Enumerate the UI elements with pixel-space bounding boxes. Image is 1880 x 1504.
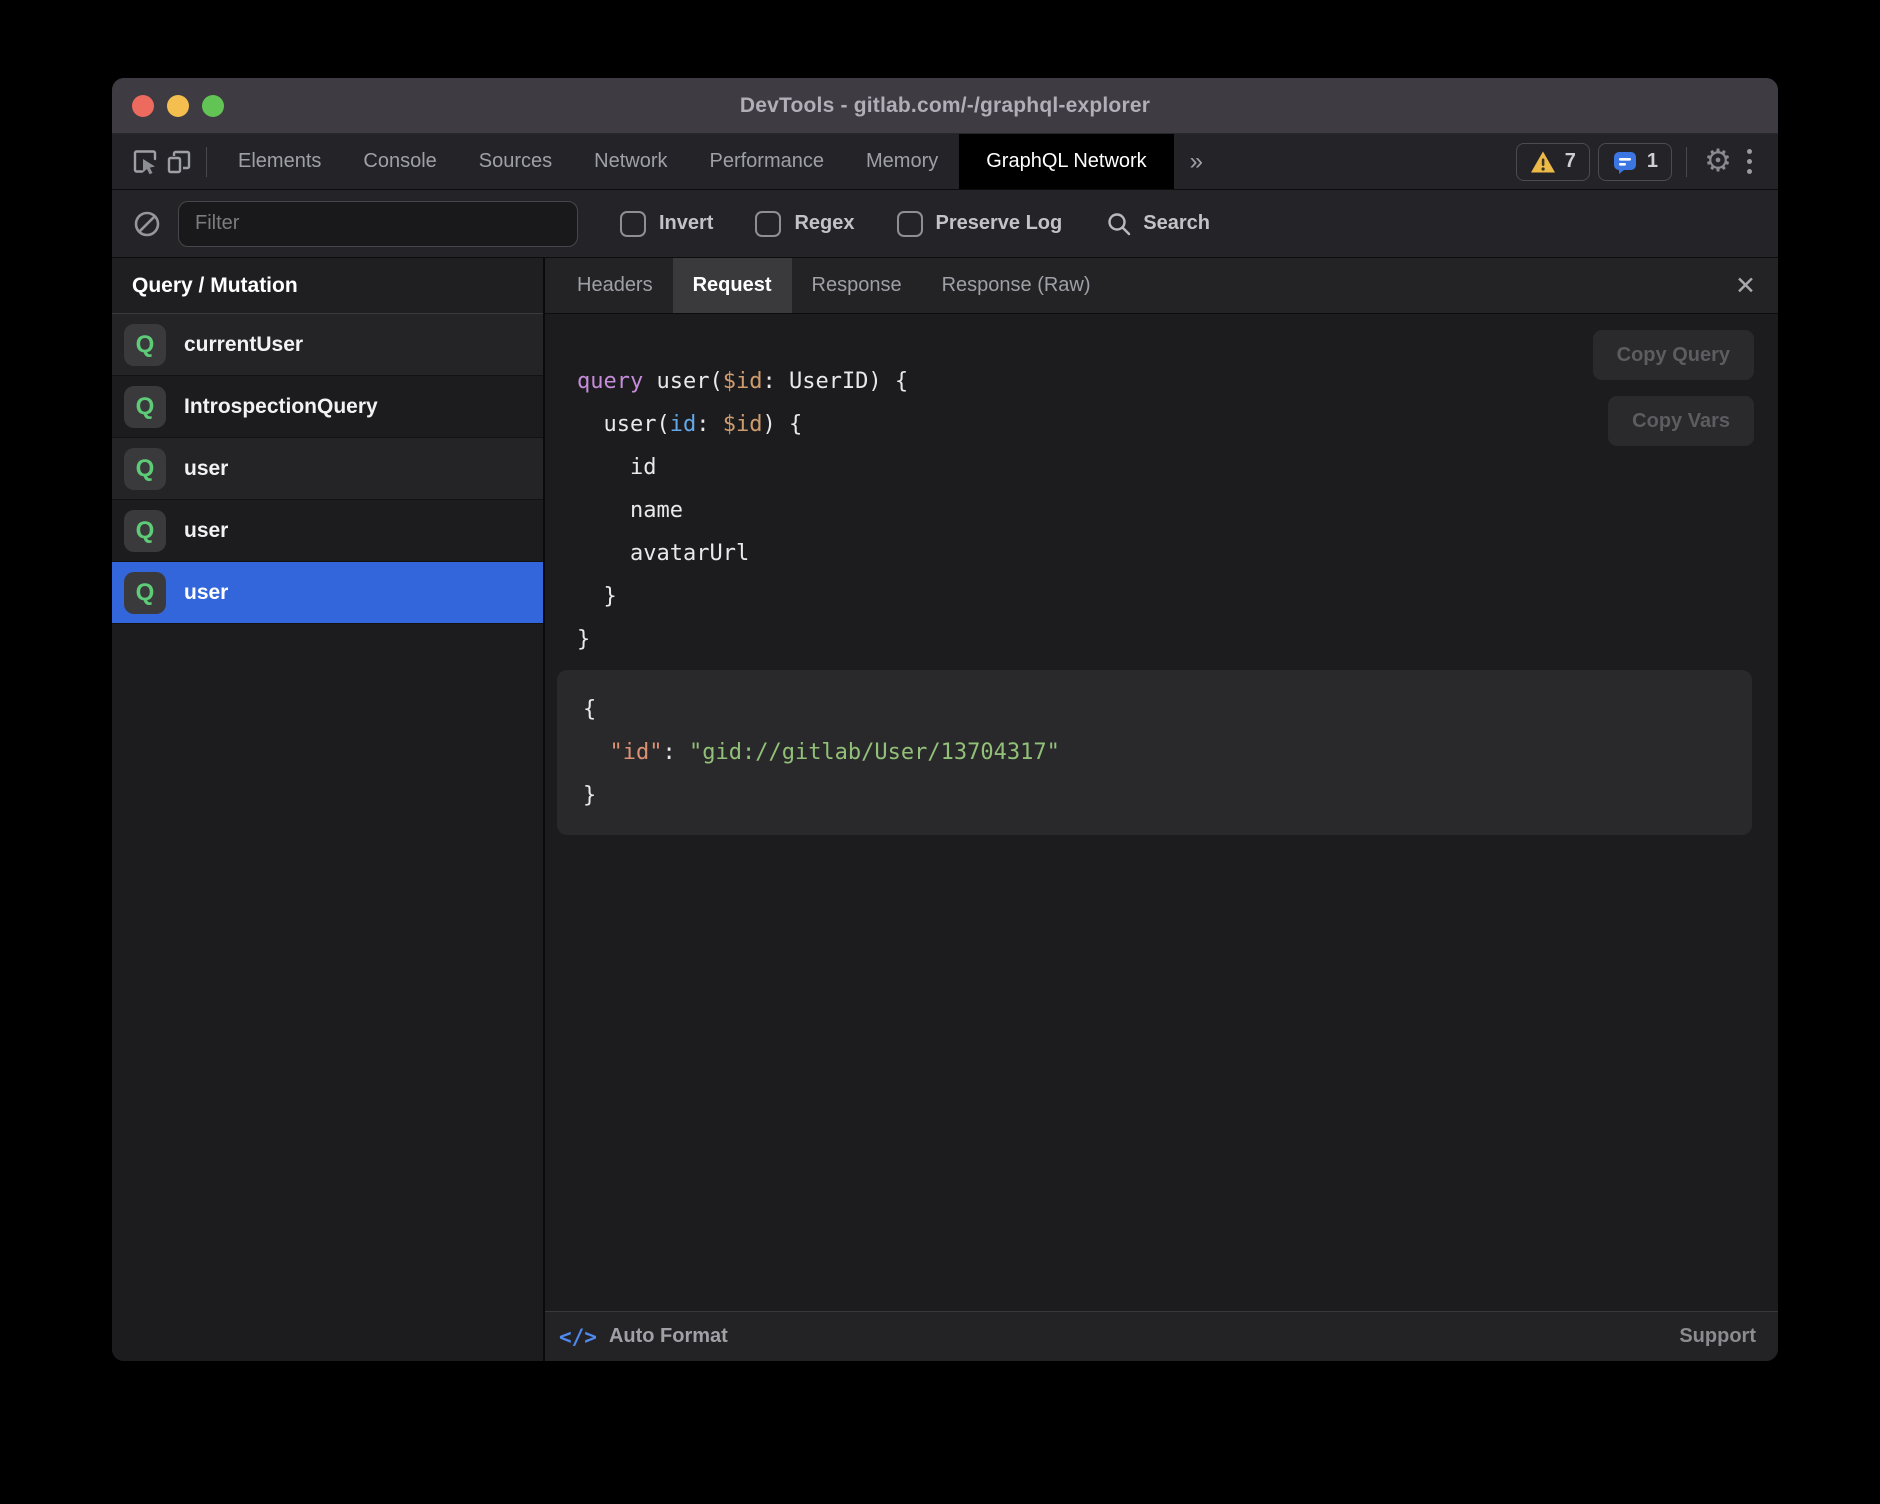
query-name: user	[184, 457, 228, 481]
list-item-user-2[interactable]: Q user	[112, 500, 543, 562]
tab-performance[interactable]: Performance	[689, 134, 846, 189]
filter-input[interactable]	[178, 201, 578, 247]
device-toolbar-icon[interactable]	[162, 145, 196, 179]
tab-sources[interactable]: Sources	[458, 134, 573, 189]
settings-gear-icon[interactable]: ⚙	[1701, 145, 1735, 179]
invert-checkbox-group: Invert	[620, 211, 713, 237]
close-window-button[interactable]	[132, 95, 154, 117]
query-list-panel: Query / Mutation Q currentUser Q Introsp…	[112, 258, 545, 1361]
request-detail-panel: Headers Request Response Response (Raw) …	[545, 258, 1778, 1361]
query-list-empty-area	[112, 624, 543, 1361]
issues-badge[interactable]: 1	[1598, 143, 1672, 181]
close-panel-icon[interactable]: ✕	[1713, 271, 1778, 301]
tab-response-raw[interactable]: Response (Raw)	[922, 258, 1111, 313]
query-name: currentUser	[184, 333, 303, 357]
copy-query-button[interactable]: Copy Query	[1593, 330, 1754, 380]
preserve-log-checkbox[interactable]	[897, 211, 923, 237]
search-icon	[1106, 211, 1132, 237]
list-item-user-3-selected[interactable]: Q user	[112, 562, 543, 624]
copy-vars-button[interactable]: Copy Vars	[1608, 396, 1754, 446]
query-variables-code: { "id": "gid://gitlab/User/13704317"}	[583, 688, 1726, 817]
more-tabs-icon[interactable]: »	[1174, 148, 1219, 176]
detail-footer: </> Auto Format Support	[545, 1311, 1778, 1361]
tab-console[interactable]: Console	[342, 134, 457, 189]
tab-network[interactable]: Network	[573, 134, 688, 189]
warning-icon	[1530, 150, 1556, 174]
regex-label: Regex	[794, 212, 854, 235]
tab-response[interactable]: Response	[792, 258, 922, 313]
toolbar-divider	[206, 147, 207, 177]
query-name: IntrospectionQuery	[184, 395, 378, 419]
minimize-window-button[interactable]	[167, 95, 189, 117]
desktop-background: DevTools - gitlab.com/-/graphql-explorer…	[0, 0, 1880, 1504]
inspect-element-icon[interactable]	[128, 145, 162, 179]
query-variables-box: { "id": "gid://gitlab/User/13704317"}	[557, 670, 1752, 835]
filter-bar: Invert Regex Preserve Log Search	[112, 190, 1778, 258]
warnings-badge[interactable]: 7	[1516, 143, 1590, 181]
support-link[interactable]: Support	[1679, 1325, 1756, 1348]
invert-checkbox[interactable]	[620, 211, 646, 237]
invert-label: Invert	[659, 212, 713, 235]
message-count: 1	[1647, 150, 1658, 173]
list-item-user-1[interactable]: Q user	[112, 438, 543, 500]
devtools-window: DevTools - gitlab.com/-/graphql-explorer…	[112, 78, 1778, 1361]
auto-format-label: Auto Format	[609, 1325, 728, 1348]
tab-headers[interactable]: Headers	[557, 258, 673, 313]
search-label: Search	[1143, 212, 1210, 235]
tab-request[interactable]: Request	[673, 258, 792, 313]
list-item-currentuser[interactable]: Q currentUser	[112, 314, 543, 376]
request-content: query user($id: UserID) { user(id: $id) …	[545, 314, 1778, 1311]
warning-count: 7	[1565, 150, 1576, 173]
title-bar: DevTools - gitlab.com/-/graphql-explorer	[112, 78, 1778, 134]
list-item-introspectionquery[interactable]: Q IntrospectionQuery	[112, 376, 543, 438]
auto-format-control[interactable]: </> Auto Format	[559, 1325, 728, 1349]
regex-checkbox-group: Regex	[755, 211, 854, 237]
message-icon	[1612, 149, 1638, 175]
regex-checkbox[interactable]	[755, 211, 781, 237]
query-type-badge: Q	[124, 448, 166, 490]
preserve-log-label: Preserve Log	[936, 212, 1063, 235]
devtools-tab-bar: Elements Console Sources Network Perform…	[112, 134, 1778, 190]
query-list-header: Query / Mutation	[112, 258, 543, 314]
graphql-query-code: query user($id: UserID) { user(id: $id) …	[577, 360, 1778, 661]
query-type-badge: Q	[124, 386, 166, 428]
window-title: DevTools - gitlab.com/-/graphql-explorer	[740, 94, 1150, 118]
devtools-body: Query / Mutation Q currentUser Q Introsp…	[112, 258, 1778, 1361]
kebab-menu-icon[interactable]	[1735, 149, 1764, 174]
toolbar-divider-right	[1686, 147, 1687, 177]
maximize-window-button[interactable]	[202, 95, 224, 117]
query-type-badge: Q	[124, 510, 166, 552]
query-name: user	[184, 519, 228, 543]
search-control[interactable]: Search	[1106, 211, 1210, 237]
code-brackets-icon: </>	[559, 1325, 597, 1349]
tab-elements[interactable]: Elements	[217, 134, 342, 189]
query-name: user	[184, 581, 228, 605]
query-type-badge: Q	[124, 324, 166, 366]
query-type-badge: Q	[124, 572, 166, 614]
tab-graphql-network[interactable]: GraphQL Network	[959, 134, 1173, 189]
preserve-log-checkbox-group: Preserve Log	[897, 211, 1063, 237]
clear-block-icon[interactable]	[130, 207, 164, 241]
traffic-lights	[132, 78, 224, 133]
detail-tab-strip: Headers Request Response Response (Raw) …	[545, 258, 1778, 314]
tab-memory[interactable]: Memory	[845, 134, 959, 189]
